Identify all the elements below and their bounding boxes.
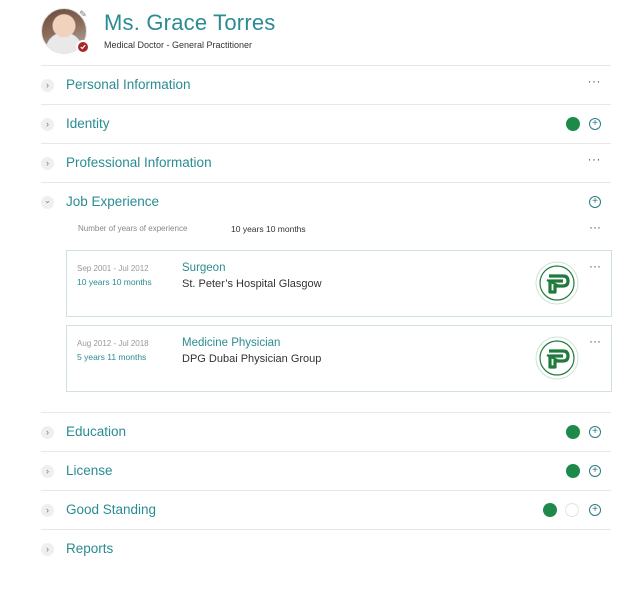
section-label[interactable]: License <box>66 463 113 478</box>
section-label[interactable]: Good Standing <box>66 502 156 517</box>
organization-logo <box>535 336 579 380</box>
job-duration: 10 years 10 months <box>77 277 152 287</box>
verified-badge-icon <box>76 40 90 54</box>
more-options-icon[interactable]: ··· <box>589 334 601 348</box>
years-of-experience-row: Number of years of experience 10 years 1… <box>78 220 611 237</box>
more-options-icon[interactable]: ··· <box>589 259 601 273</box>
section-label[interactable]: Reports <box>66 541 113 556</box>
years-of-experience-value: 10 years 10 months <box>231 224 306 234</box>
section-license[interactable]: › License + <box>41 452 611 490</box>
organization-logo <box>535 261 579 305</box>
job-organization: St. Peter’s Hospital Glasgow <box>182 278 322 290</box>
profile-name: Ms. Grace Torres <box>104 10 276 35</box>
section-education[interactable]: › Education + <box>41 413 611 451</box>
chevron-right-icon[interactable]: › <box>41 157 54 170</box>
add-icon[interactable]: + <box>589 118 601 130</box>
years-of-experience-label: Number of years of experience <box>78 224 188 233</box>
job-dates: Aug 2012 - Jul 2018 <box>77 339 149 348</box>
job-duration: 5 years 11 months <box>77 352 147 362</box>
job-organization: DPG Dubai Physician Group <box>182 353 322 365</box>
status-verified-dot <box>566 425 580 439</box>
add-icon[interactable]: + <box>589 426 601 438</box>
more-options-icon[interactable]: ··· <box>588 74 602 88</box>
job-role: Surgeon <box>182 262 226 274</box>
chevron-right-icon[interactable]: › <box>41 465 54 478</box>
section-label[interactable]: Identity <box>66 116 110 131</box>
job-role: Medicine Physician <box>182 337 281 349</box>
section-label[interactable]: Job Experience <box>66 194 159 209</box>
more-options-icon[interactable]: ··· <box>589 220 601 234</box>
chevron-right-icon[interactable]: › <box>41 504 54 517</box>
chevron-right-icon[interactable]: › <box>41 118 54 131</box>
section-identity[interactable]: › Identity + <box>41 105 611 143</box>
more-options-icon[interactable]: ··· <box>588 152 602 166</box>
status-verified-dot <box>543 503 557 517</box>
add-icon[interactable]: + <box>589 465 601 477</box>
status-pending-dot <box>565 503 579 517</box>
chevron-right-icon[interactable]: › <box>41 79 54 92</box>
section-label[interactable]: Personal Information <box>66 77 191 92</box>
section-professional-information[interactable]: › Professional Information ··· <box>41 144 611 182</box>
add-icon[interactable]: + <box>589 504 601 516</box>
section-label[interactable]: Professional Information <box>66 155 212 170</box>
chevron-right-icon[interactable]: › <box>41 426 54 439</box>
chevron-right-icon[interactable]: › <box>41 543 54 556</box>
add-job-icon[interactable]: + <box>589 196 601 208</box>
edit-icon[interactable]: ✎ <box>78 9 88 19</box>
profile-header: ✎ Ms. Grace Torres Medical Doctor - Gene… <box>41 8 601 58</box>
section-good-standing[interactable]: › Good Standing + <box>41 491 611 529</box>
section-reports[interactable]: › Reports <box>41 530 611 568</box>
status-verified-dot <box>566 117 580 131</box>
status-verified-dot <box>566 464 580 478</box>
job-dates: Sep 2001 - Jul 2012 <box>77 264 149 273</box>
profile-title: Medical Doctor - General Practitioner <box>104 40 253 50</box>
section-label[interactable]: Education <box>66 424 126 439</box>
job-card[interactable]: Sep 2001 - Jul 2012 10 years 10 months S… <box>66 250 612 317</box>
chevron-down-icon[interactable]: ⌄ <box>41 196 54 209</box>
section-personal-information[interactable]: › Personal Information ··· <box>41 66 611 104</box>
job-card[interactable]: Aug 2012 - Jul 2018 5 years 11 months Me… <box>66 325 612 392</box>
section-job-experience[interactable]: ⌄ Job Experience + <box>41 183 611 221</box>
